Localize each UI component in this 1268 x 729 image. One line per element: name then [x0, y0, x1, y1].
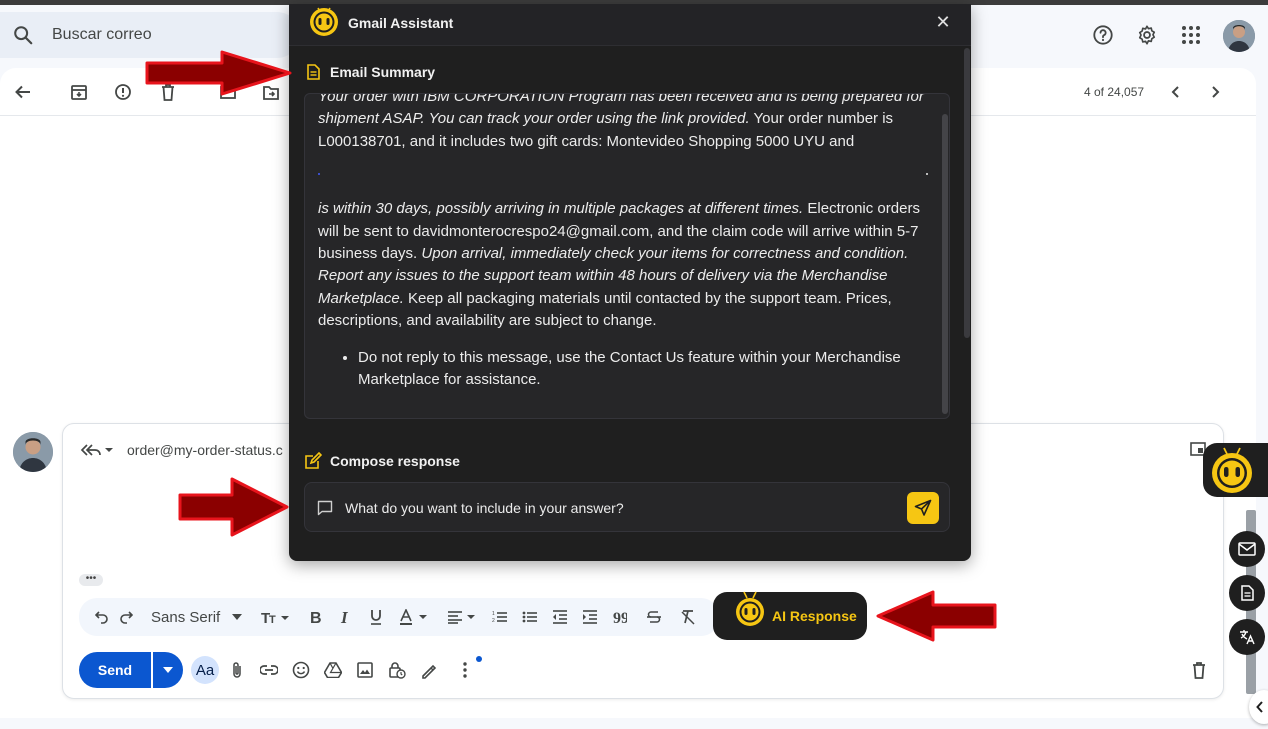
ai-response-button[interactable]: AI Response	[713, 589, 867, 640]
annotation-arrow-summary	[145, 50, 292, 96]
assistant-title: Gmail Assistant	[348, 15, 454, 31]
confidential-mode-icon[interactable]	[387, 660, 407, 680]
bee-logo-icon	[734, 589, 766, 630]
insert-link-icon[interactable]	[259, 660, 279, 680]
chevron-right-icon[interactable]	[1205, 82, 1225, 102]
report-spam-icon[interactable]	[113, 82, 133, 102]
bee-logo-icon	[308, 4, 340, 41]
remove-formatting-icon[interactable]	[679, 607, 697, 627]
apps-grid-icon[interactable]	[1178, 22, 1204, 48]
email-summary-label: Email Summary	[330, 64, 436, 80]
chat-bubble-icon	[317, 500, 333, 519]
assistant-header: Gmail Assistant ✕	[289, 4, 971, 46]
font-size-icon[interactable]: TT	[259, 607, 293, 627]
signature-icon[interactable]	[419, 660, 439, 680]
numbered-list-icon[interactable]: 12	[491, 607, 509, 627]
drive-icon[interactable]	[323, 660, 343, 680]
annotation-arrow-compose	[178, 477, 289, 537]
email-summary-box: Your order with IBM CORPORATION Program …	[304, 93, 950, 419]
summary-italic-2: is within 30 days, possibly arriving in …	[318, 200, 804, 218]
align-icon[interactable]	[445, 607, 479, 627]
chevron-left-icon[interactable]	[1166, 82, 1186, 102]
summary-text: Your order with IBM CORPORATION Program …	[318, 94, 928, 392]
font-family-label: Sans Serif	[151, 608, 221, 626]
strikethrough-icon[interactable]	[645, 607, 663, 627]
pagination-count: 4 of 24,057	[1084, 85, 1145, 99]
italic-icon[interactable]: I	[337, 607, 355, 627]
summary-paragraph-1: Your order with IBM CORPORATION Program …	[318, 94, 928, 153]
reply-all-icon[interactable]	[79, 442, 113, 461]
insert-photo-icon[interactable]	[355, 660, 375, 680]
summary-paragraph-2: is within 30 days, possibly arriving in …	[318, 198, 928, 332]
mail-envelope-icon[interactable]	[1229, 531, 1265, 567]
notification-dot	[476, 656, 482, 662]
svg-text:I: I	[340, 609, 349, 625]
account-avatar[interactable]	[1223, 20, 1255, 52]
summary-scrollbar[interactable]	[942, 114, 948, 414]
archive-icon[interactable]	[69, 82, 89, 102]
send-button[interactable]: Send	[79, 652, 151, 688]
show-trimmed-content[interactable]: •••	[79, 574, 103, 586]
send-options-button[interactable]	[153, 652, 183, 688]
ai-response-label: AI Response	[772, 608, 857, 624]
summary-bullet: Do not reply to this message, use the Co…	[358, 347, 928, 392]
svg-text:1: 1	[492, 611, 495, 617]
collapse-panel-button[interactable]	[1249, 690, 1268, 724]
compose-response-label: Compose response	[330, 453, 460, 469]
summary-text-3: Keep all packaging materials until conta…	[318, 289, 892, 330]
translate-icon[interactable]	[1229, 619, 1265, 655]
quote-icon[interactable]: 99	[611, 607, 629, 627]
discard-draft-icon[interactable]	[1189, 660, 1209, 680]
sender-avatar	[13, 432, 53, 472]
gear-icon[interactable]	[1134, 22, 1160, 48]
panel-scrollbar[interactable]	[964, 48, 970, 338]
gmail-assistant-panel: Gmail Assistant ✕ Email Summary Your ord…	[289, 4, 971, 561]
recipient-address[interactable]: order@my-order-status.c	[127, 442, 283, 458]
response-prompt-box	[304, 482, 950, 532]
help-icon[interactable]	[1090, 22, 1116, 48]
search-icon[interactable]	[12, 24, 34, 49]
svg-text:T: T	[269, 614, 276, 625]
font-family-select[interactable]: Sans Serif	[151, 607, 247, 627]
assistant-launcher[interactable]	[1203, 443, 1268, 497]
indent-less-icon[interactable]	[551, 607, 569, 627]
annotation-arrow-ai-response	[876, 590, 997, 642]
undo-icon[interactable]	[93, 607, 111, 627]
bulleted-list-icon[interactable]	[521, 607, 539, 627]
emoji-icon[interactable]	[291, 660, 311, 680]
bold-icon[interactable]: B	[307, 607, 325, 627]
text-color-icon[interactable]	[397, 607, 431, 627]
redo-icon[interactable]	[117, 607, 135, 627]
attach-icon[interactable]	[227, 660, 247, 680]
search-input[interactable]	[52, 22, 282, 48]
more-options-icon[interactable]	[455, 660, 475, 680]
svg-text:B: B	[310, 610, 322, 625]
send-prompt-button[interactable]	[907, 492, 939, 524]
close-icon[interactable]: ✕	[933, 12, 953, 32]
indent-more-icon[interactable]	[581, 607, 599, 627]
summary-document-icon[interactable]	[1229, 575, 1265, 611]
document-icon	[306, 64, 320, 83]
summary-redacted-gap	[318, 153, 928, 198]
bee-logo-icon	[1207, 446, 1257, 499]
summary-bullets: Do not reply to this message, use the Co…	[358, 347, 928, 392]
response-prompt-input[interactable]	[345, 497, 885, 519]
formatting-options-button[interactable]: Aa	[191, 656, 219, 684]
svg-text:99: 99	[613, 611, 627, 623]
edit-note-icon	[304, 451, 323, 473]
back-arrow-icon[interactable]	[13, 82, 33, 102]
formatting-toolbar: Sans Serif TT B I 12 99	[79, 598, 719, 636]
svg-text:2: 2	[492, 618, 495, 624]
underline-icon[interactable]	[367, 607, 385, 627]
